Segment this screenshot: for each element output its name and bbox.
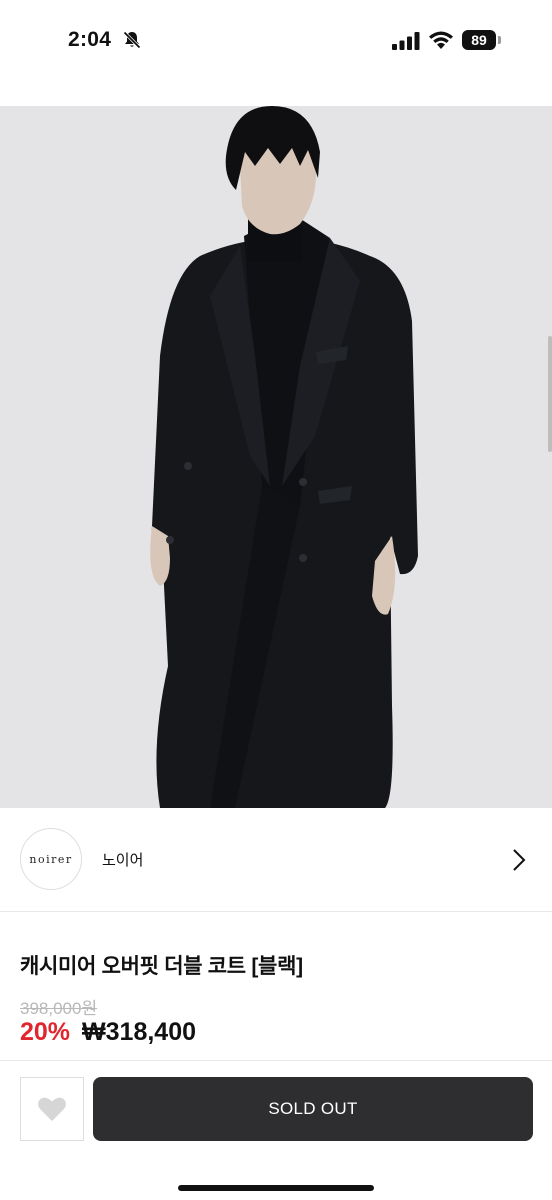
status-time: 2:04	[68, 28, 112, 51]
heart-icon	[38, 1097, 66, 1121]
product-image[interactable]	[0, 106, 552, 808]
battery-level: 89	[462, 30, 496, 50]
scroll-indicator	[548, 336, 552, 452]
bell-slash-icon	[123, 31, 141, 49]
coat-model-photo	[0, 106, 552, 808]
discount-rate: 20%	[20, 1018, 71, 1046]
status-bar: 2:04 89	[0, 0, 552, 84]
original-price: 398,000원	[20, 999, 98, 1018]
battery-tip	[498, 36, 501, 44]
cellular-signal-icon	[392, 32, 420, 50]
bottom-action-bar: SOLD OUT	[0, 1060, 552, 1200]
sold-out-button[interactable]: SOLD OUT	[93, 1077, 533, 1141]
brand-logo[interactable]: noirer	[20, 828, 82, 890]
wishlist-button[interactable]	[20, 1077, 84, 1141]
wifi-icon	[429, 31, 453, 49]
product-title: 캐시미어 오버핏 더블 코트 [블랙]	[20, 955, 303, 978]
brand-row[interactable]: noirer 노이어	[0, 808, 552, 912]
sale-price: ₩318,400	[82, 1018, 197, 1046]
price-row: 20% ₩318,400	[20, 1018, 196, 1047]
chevron-right-icon[interactable]	[512, 848, 526, 872]
battery-icon: 89	[462, 30, 502, 50]
brand-name[interactable]: 노이어	[102, 849, 143, 870]
home-indicator[interactable]	[178, 1185, 374, 1191]
